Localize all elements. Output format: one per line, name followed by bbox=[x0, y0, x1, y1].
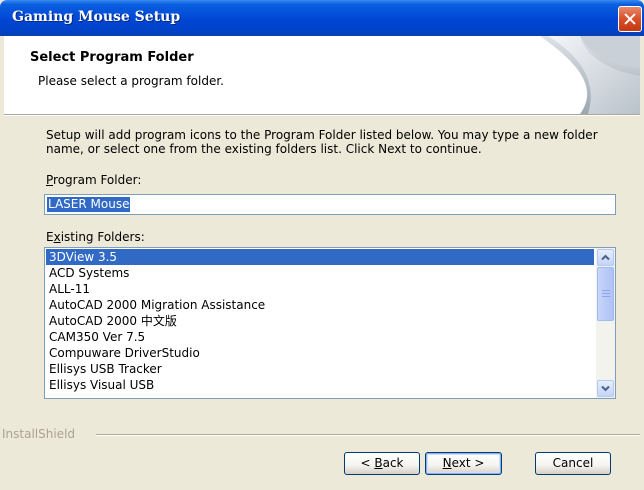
back-button-label: ack bbox=[382, 456, 404, 470]
back-button-accel: B bbox=[374, 456, 383, 470]
program-folder-input[interactable]: LASER Mouse bbox=[44, 194, 616, 215]
chevron-up-icon bbox=[601, 254, 610, 261]
list-scrollbar[interactable] bbox=[596, 248, 615, 398]
scroll-thumb[interactable] bbox=[597, 267, 614, 321]
back-button-prefix: < bbox=[360, 456, 375, 470]
folder-list-items: 3DView 3.5 ACD Systems ALL-11 AutoCAD 20… bbox=[46, 249, 594, 393]
existing-folders-label: Existing Folders: bbox=[46, 230, 145, 244]
back-button[interactable]: < Back bbox=[344, 452, 420, 475]
header-panel: Select Program Folder Please select a pr… bbox=[4, 36, 640, 114]
list-item[interactable]: ALL-11 bbox=[46, 281, 594, 297]
page-subtitle: Please select a program folder. bbox=[38, 74, 224, 88]
grip-line bbox=[602, 290, 610, 291]
next-button-accel: N bbox=[442, 456, 452, 470]
cancel-button[interactable]: Cancel bbox=[535, 452, 611, 475]
program-folder-value: LASER Mouse bbox=[47, 197, 131, 212]
program-folder-label: Program Folder: bbox=[46, 173, 141, 187]
next-button-label: ext > bbox=[451, 456, 485, 470]
existing-folders-list[interactable]: 3DView 3.5 ACD Systems ALL-11 AutoCAD 20… bbox=[44, 247, 616, 399]
instructions-text: Setup will add program icons to the Prog… bbox=[46, 128, 598, 156]
footer-divider bbox=[96, 434, 640, 436]
close-icon[interactable] bbox=[618, 6, 642, 32]
scroll-up-button[interactable] bbox=[597, 249, 614, 266]
list-item[interactable]: 3DView 3.5 bbox=[46, 249, 594, 265]
list-item[interactable]: ACD Systems bbox=[46, 265, 594, 281]
list-item[interactable]: Ellisys USB Tracker bbox=[46, 361, 594, 377]
next-button[interactable]: Next > bbox=[425, 452, 502, 475]
installshield-label: InstallShield bbox=[2, 427, 76, 441]
list-item[interactable]: CAM350 Ver 7.5 bbox=[46, 329, 594, 345]
list-item[interactable]: Compuware DriverStudio bbox=[46, 345, 594, 361]
chevron-down-icon bbox=[601, 385, 610, 392]
program-folder-label-text: rogram Folder: bbox=[53, 173, 142, 187]
list-item[interactable]: Ellisys Visual USB bbox=[46, 377, 594, 393]
list-item[interactable]: AutoCAD 2000 Migration Assistance bbox=[46, 297, 594, 313]
page-title: Select Program Folder bbox=[30, 50, 194, 65]
list-item[interactable]: AutoCAD 2000 中文版 bbox=[46, 313, 594, 329]
scroll-down-button[interactable] bbox=[597, 380, 614, 397]
setup-window: Gaming Mouse Setup Select Program Folder… bbox=[0, 0, 644, 490]
existing-folders-label-pre: E bbox=[46, 230, 54, 244]
grip-line bbox=[602, 293, 610, 294]
title-bar[interactable]: Gaming Mouse Setup bbox=[0, 0, 644, 36]
header-graphic-icon bbox=[540, 36, 640, 114]
window-title: Gaming Mouse Setup bbox=[12, 9, 181, 25]
existing-folders-accel: x bbox=[53, 230, 61, 244]
header-divider bbox=[4, 114, 640, 116]
grip-line bbox=[602, 296, 610, 297]
existing-folders-label-text: isting Folders: bbox=[60, 230, 145, 244]
program-folder-accel: P bbox=[46, 173, 54, 187]
